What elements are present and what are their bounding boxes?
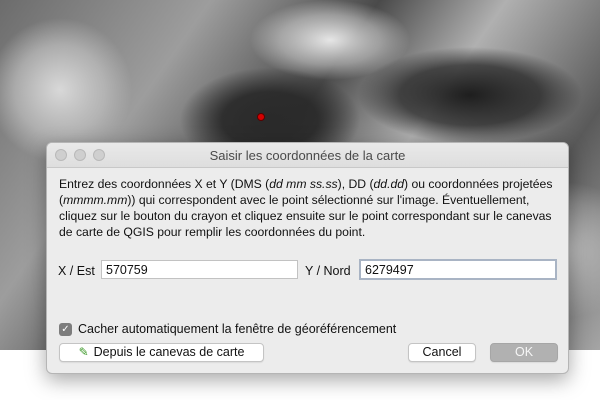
ok-button[interactable]: OK (490, 343, 558, 362)
map-coordinates-dialog: Saisir les coordonnées de la carte Entre… (46, 142, 569, 374)
selected-point-marker (257, 113, 265, 121)
y-north-label: Y / Nord (305, 264, 351, 278)
x-east-label: X / Est (58, 264, 95, 278)
instructions-text: Entrez des coordonnées X et Y (DMS (dd m… (59, 176, 559, 240)
dialog-titlebar: Saisir les coordonnées de la carte (47, 143, 568, 168)
y-north-input[interactable] (359, 259, 557, 280)
dialog-title: Saisir les coordonnées de la carte (209, 148, 406, 163)
pencil-icon: ✎ (78, 345, 89, 359)
instructions-part: )) qui correspondent avec le point sélec… (59, 193, 552, 239)
cancel-button[interactable]: Cancel (408, 343, 476, 362)
instructions-part: ), DD ( (337, 177, 374, 191)
auto-hide-checkbox[interactable]: ✓ (59, 322, 72, 336)
instructions-format-dms: dd mm ss.ss (269, 177, 338, 191)
x-east-input[interactable] (101, 260, 298, 279)
instructions-format-projected: mmmm.mm (63, 193, 128, 207)
auto-hide-label: Cacher automatiquement la fenêtre de géo… (78, 322, 397, 336)
from-map-canvas-label: Depuis le canevas de carte (93, 345, 245, 359)
from-map-canvas-button[interactable]: ✎ Depuis le canevas de carte (59, 343, 264, 362)
instructions-format-dd: dd.dd (373, 177, 405, 191)
auto-hide-checkbox-row[interactable]: ✓ Cacher automatiquement la fenêtre de g… (59, 322, 396, 336)
instructions-part: Entrez des coordonnées X et Y (DMS ( (59, 177, 270, 191)
